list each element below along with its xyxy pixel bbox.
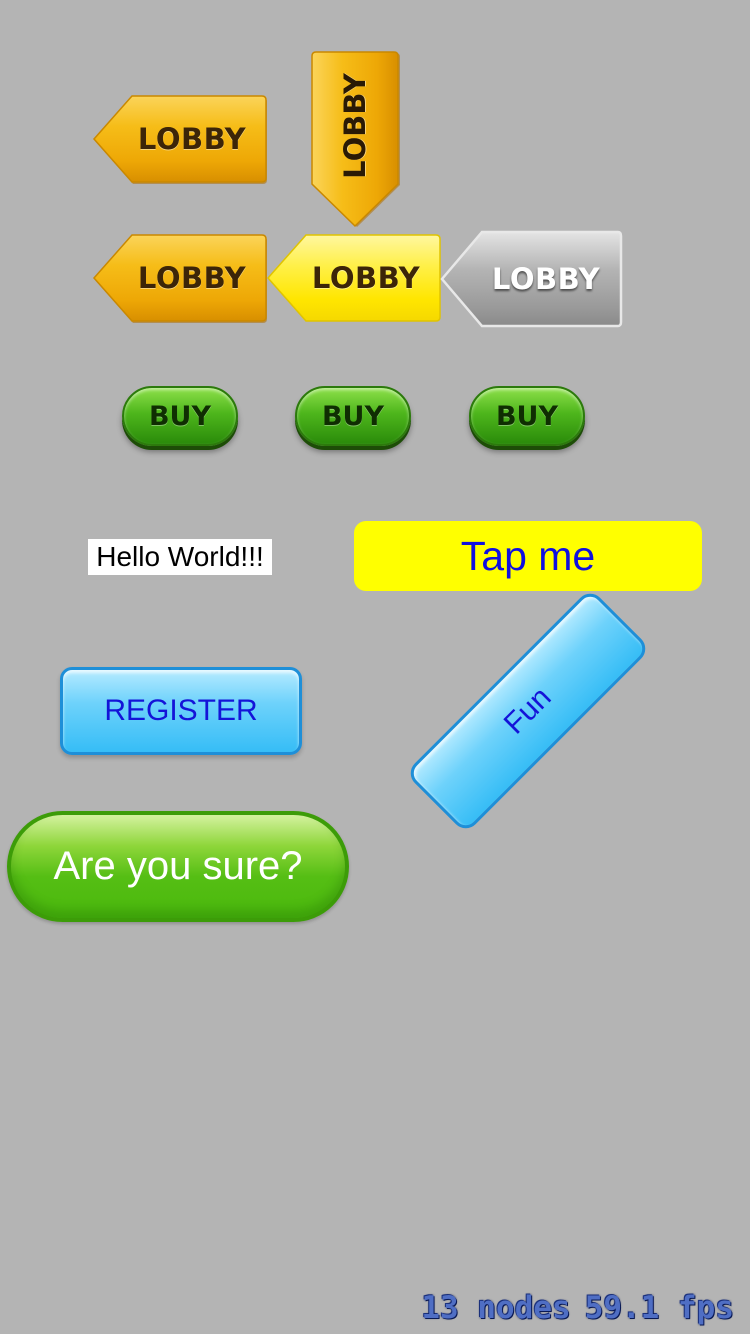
lobby-label: LOBBY <box>311 261 421 295</box>
register-label: REGISTER <box>104 694 258 727</box>
stats-overlay: 13 nodes 59.1 fps <box>421 1290 734 1326</box>
buy-label: BUY <box>321 400 385 432</box>
lobby-button-orange[interactable]: LOBBY <box>92 231 268 325</box>
are-you-sure-label: Are you sure? <box>53 844 303 888</box>
buy-label: BUY <box>495 400 559 432</box>
fun-button[interactable]: Fun <box>404 587 652 835</box>
lobby-button-yellow[interactable]: LOBBY <box>266 231 442 325</box>
buy-button-3[interactable]: BUY <box>469 386 585 446</box>
lobby-button-gray[interactable]: LOBBY <box>440 229 624 329</box>
lobby-label: LOBBY <box>491 262 601 296</box>
buy-button-1[interactable]: BUY <box>122 386 238 446</box>
lobby-button-top[interactable]: LOBBY <box>92 92 268 186</box>
tap-me-button[interactable]: Tap me <box>354 521 702 591</box>
register-button[interactable]: REGISTER <box>60 667 302 755</box>
lobby-label: LOBBY <box>338 73 372 179</box>
lobby-label: LOBBY <box>137 261 247 295</box>
fun-label: Fun <box>497 680 558 741</box>
hello-world-label: Hello World!!! <box>88 539 272 575</box>
tap-me-label: Tap me <box>460 532 596 579</box>
lobby-button-vertical[interactable]: LOBBY <box>308 50 402 228</box>
buy-label: BUY <box>148 400 212 432</box>
buy-button-2[interactable]: BUY <box>295 386 411 446</box>
are-you-sure-button[interactable]: Are you sure? <box>7 811 349 922</box>
lobby-label: LOBBY <box>137 122 247 156</box>
fps-counter: 59.1 fps <box>584 1290 734 1326</box>
node-count: 13 nodes <box>421 1290 571 1326</box>
